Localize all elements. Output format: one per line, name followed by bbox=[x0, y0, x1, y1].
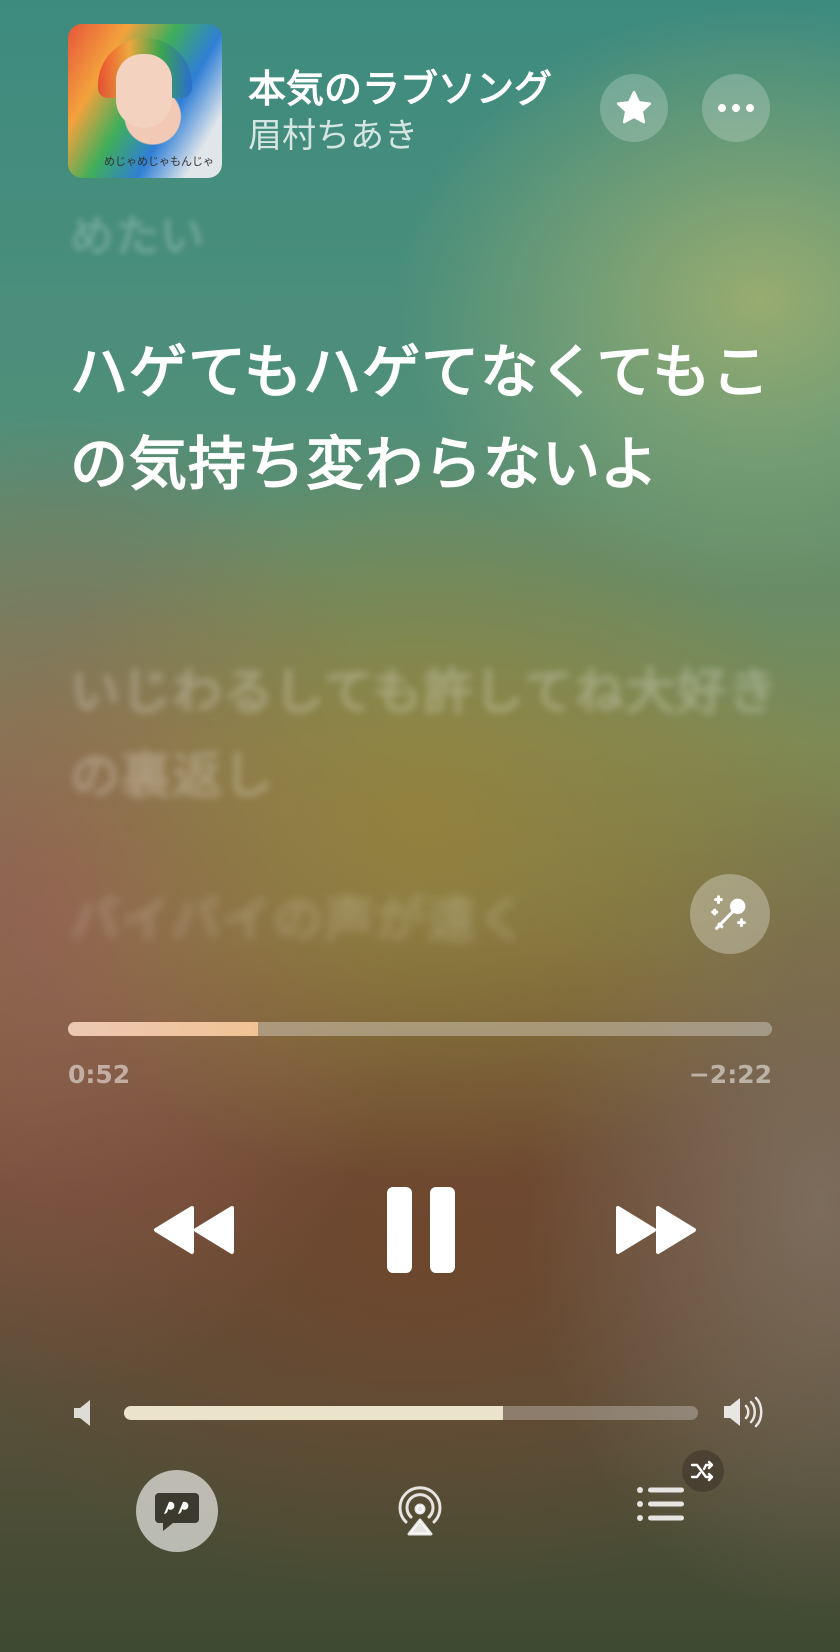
elapsed-time: 0:52 bbox=[68, 1060, 131, 1089]
now-playing-header: めじゃめじゃもんじゃ 本気のラブソング 眉村ちあき bbox=[68, 24, 840, 184]
volume-slider[interactable] bbox=[124, 1406, 698, 1420]
volume-fill bbox=[124, 1406, 503, 1420]
favorite-button[interactable] bbox=[600, 74, 668, 142]
artist-name[interactable]: 眉村ちあき bbox=[248, 108, 418, 157]
rewind-icon bbox=[154, 1206, 234, 1254]
song-title[interactable]: 本気のラブソング bbox=[248, 58, 552, 113]
rewind-button[interactable] bbox=[140, 1180, 250, 1280]
playback-progress-bar[interactable] bbox=[68, 1022, 772, 1036]
ellipsis-icon bbox=[718, 104, 726, 112]
volume-low-button[interactable] bbox=[72, 1398, 94, 1432]
pause-icon-bar bbox=[430, 1187, 455, 1273]
speaker-low-icon bbox=[74, 1400, 90, 1426]
sing-mode-button[interactable] bbox=[690, 874, 770, 954]
airplay-audio-icon bbox=[398, 1486, 442, 1536]
progress-fill bbox=[68, 1022, 259, 1036]
speaker-high-icon bbox=[724, 1396, 763, 1428]
list-icon bbox=[637, 1487, 684, 1521]
volume-high-button[interactable] bbox=[722, 1394, 766, 1434]
lyric-line-next[interactable]: いじわるしても許してね大好きの裏返し bbox=[70, 650, 800, 818]
artwork-text: めじゃめじゃもんじゃ bbox=[104, 155, 214, 168]
fast-forward-button[interactable] bbox=[600, 1180, 710, 1280]
lyric-line-previous[interactable]: めたい bbox=[70, 200, 800, 264]
queue-button[interactable] bbox=[636, 1484, 686, 1528]
shuffle-icon bbox=[690, 1460, 714, 1482]
more-button[interactable] bbox=[702, 74, 770, 142]
airplay-button[interactable] bbox=[392, 1482, 448, 1542]
lyric-line-current[interactable]: ハゲてもハゲてなくてもこの気持ち変わらないよ bbox=[70, 326, 800, 510]
artwork-face bbox=[116, 54, 172, 128]
fast-forward-icon bbox=[616, 1206, 696, 1254]
album-artwork[interactable]: めじゃめじゃもんじゃ bbox=[68, 24, 222, 178]
quote-bubble-icon bbox=[155, 1493, 199, 1531]
lyrics-toggle-button[interactable] bbox=[136, 1470, 218, 1552]
ellipsis-dot bbox=[732, 104, 740, 112]
microphone-sparkle-icon bbox=[711, 895, 746, 930]
pause-button[interactable] bbox=[378, 1180, 464, 1280]
star-icon bbox=[616, 90, 652, 124]
pause-icon bbox=[387, 1187, 412, 1273]
ellipsis-dot bbox=[746, 104, 754, 112]
remaining-time: −2:22 bbox=[688, 1060, 772, 1089]
shuffle-indicator[interactable] bbox=[682, 1450, 724, 1492]
